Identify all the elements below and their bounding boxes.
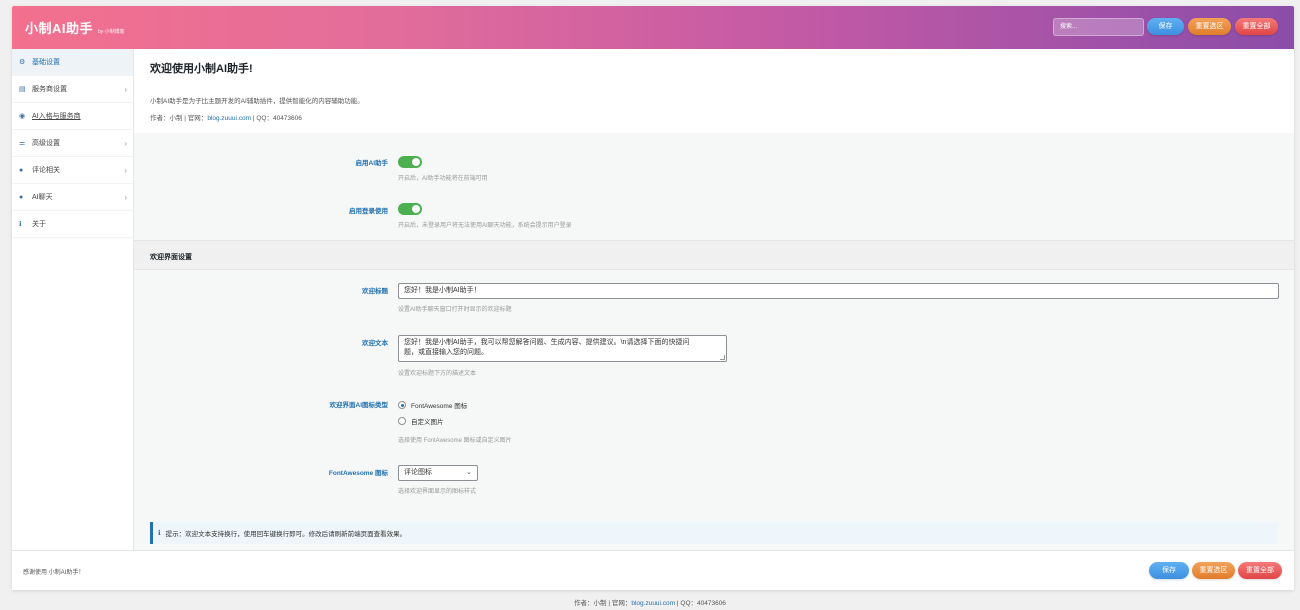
radio-button[interactable] — [398, 417, 406, 425]
meta-prefix: 作者：小制 | 官网： — [150, 115, 208, 122]
require-login-hint: 开启后，未登录用户将无法使用AI聊天功能，系统会提示用户登录 — [398, 223, 572, 229]
select-value: 评论图标 — [404, 469, 432, 476]
page-footer: 作者：小制 | 官网：blog.zuuui.com | QQ：40473606 — [0, 597, 1300, 607]
fa-icon-select[interactable]: 评论图标 ⌄ — [398, 465, 478, 481]
website-link[interactable]: blog.zuuui.com — [207, 115, 251, 122]
intro-description: 小制AI助手是为子比主题开发的AI辅助插件，提供智能化的内容辅助功能。 — [150, 98, 364, 105]
reset-all-button[interactable]: 重置全部 — [1235, 18, 1278, 35]
footer-bar: 感谢使用 小制AI助手！ 保存 重置选区 重置全部 — [12, 550, 1294, 590]
sidebar-item-about[interactable]: ℹ 关于 — [12, 211, 133, 238]
page-title: 欢迎使用小制AI助手! — [150, 63, 253, 75]
welcome-text-hint: 设置欢迎标题下方的描述文本 — [398, 371, 477, 377]
enable-ai-label: 启用AI助手 — [355, 160, 389, 167]
sidebar-item-label: 高级设置 — [32, 140, 60, 147]
server-icon: ▤ — [19, 86, 26, 93]
sidebar-item-label: 基础设置 — [32, 59, 60, 66]
welcome-section-header: 欢迎界面设置 — [134, 240, 1294, 270]
resize-handle[interactable] — [720, 355, 725, 360]
radio-label: FontAwesome 图标 — [411, 403, 468, 410]
section-title: 欢迎界面设置 — [150, 254, 192, 261]
icon-type-hint: 选择使用 FontAwesome 图标或自定义图片 — [398, 438, 512, 444]
footer-thanks: 感谢使用 小制AI助手！ — [23, 570, 85, 576]
welcome-text-label: 欢迎文本 — [362, 340, 388, 347]
enable-ai-toggle[interactable] — [398, 156, 422, 168]
footer-save-button[interactable]: 保存 — [1149, 562, 1189, 579]
app-subtitle: by 小制博客 — [98, 29, 125, 35]
radio-fontawesome[interactable]: FontAwesome 图标 — [398, 400, 467, 410]
app-title: 小制AI助手 — [25, 21, 94, 36]
info-icon: ℹ — [158, 530, 161, 537]
welcome-text-textarea[interactable]: 您好！我是小制AI助手，我可以帮您解答问题、生成内容、提供建议。\n请选择下面的… — [398, 335, 727, 362]
icon-type-label: 欢迎界面AI图标类型 — [329, 402, 389, 409]
enable-ai-hint: 开启后，AI助手功能将在前端可用 — [398, 176, 488, 182]
reset-section-button[interactable]: 重置选区 — [1188, 18, 1231, 35]
welcome-title-input[interactable]: 您好！我是小制AI助手！ — [398, 283, 1279, 299]
sidebar-item-label: 服务商设置 — [32, 86, 67, 93]
require-login-label: 启用登录使用 — [349, 208, 388, 215]
sidebar-item-comments[interactable]: ● 评论相关 › — [12, 157, 133, 184]
footer-reset-section-button[interactable]: 重置选区 — [1192, 562, 1235, 579]
gear-icon: ⚙ — [19, 59, 26, 66]
header-bar: 小制AI助手 by 小制博客 搜索... 保存 重置选区 重置全部 — [12, 6, 1294, 49]
radio-button[interactable] — [398, 401, 406, 409]
settings-panel: 小制AI助手 by 小制博客 搜索... 保存 重置选区 重置全部 ⚙ 基础设置… — [12, 6, 1294, 590]
info-icon: ℹ — [19, 221, 22, 228]
brand: 小制AI助手 by 小制博客 — [25, 18, 125, 37]
sidebar-item-ai-persona[interactable]: ◉ AI入格与服务商 — [12, 103, 133, 130]
welcome-title-hint: 设置AI助手聊天窗口打开时显示的欢迎标题 — [398, 307, 512, 313]
radio-label: 自定义图片 — [411, 419, 444, 426]
sliders-icon: ⚌ — [19, 140, 26, 147]
chevron-right-icon: › — [124, 165, 127, 175]
sidebar-item-ai-chat[interactable]: ● AI聊天 › — [12, 184, 133, 211]
chevron-right-icon: › — [124, 192, 127, 202]
notice-text: 提示：欢迎文本支持换行，使用回车键换行即可。修改后请刷新前端页面查看效果。 — [165, 531, 407, 538]
footer-reset-all-button[interactable]: 重置全部 — [1238, 562, 1282, 579]
tip-notice: ℹ 提示：欢迎文本支持换行，使用回车键换行即可。修改后请刷新前端页面查看效果。 — [150, 522, 1278, 544]
search-input[interactable]: 搜索... — [1053, 18, 1144, 36]
require-login-toggle[interactable] — [398, 203, 422, 215]
sidebar-item-label: AI入格与服务商 — [32, 113, 81, 120]
comment-icon: ● — [19, 166, 24, 174]
sidebar-item-label: AI聊天 — [32, 194, 53, 201]
sidebar-item-label: 关于 — [32, 221, 46, 228]
main-content: 欢迎使用小制AI助手! 小制AI助手是为子比主题开发的AI辅助插件，提供智能化的… — [134, 49, 1294, 550]
textarea-line: 您好！我是小制AI助手，我可以帮您解答问题、生成内容、提供建议。\n请选择下面的… — [404, 339, 690, 346]
sidebar-item-advanced-settings[interactable]: ⚌ 高级设置 › — [12, 130, 133, 157]
chevron-right-icon: › — [124, 84, 127, 94]
radio-custom-image[interactable]: 自定义图片 — [398, 416, 444, 426]
intro-meta: 作者：小制 | 官网：blog.zuuui.com | QQ：40473606 — [150, 112, 302, 122]
footer-prefix: 作者：小制 | 官网： — [574, 600, 632, 607]
sidebar-item-label: 评论相关 — [32, 167, 60, 174]
textarea-line: 题，或直接输入您的问题。 — [404, 349, 488, 356]
chevron-right-icon: › — [124, 138, 127, 148]
user-circle-icon: ◉ — [19, 113, 26, 120]
fa-icon-hint: 选择欢迎界面显示的图标样式 — [398, 489, 477, 495]
fa-icon-label: FontAwesome 图标 — [328, 470, 388, 477]
footer-suffix: | QQ：40473606 — [675, 600, 726, 607]
footer-website-link[interactable]: blog.zuuui.com — [631, 600, 675, 607]
sidebar: ⚙ 基础设置 ▤ 服务商设置 › ◉ AI入格与服务商 ⚌ 高级设置 › ● 评… — [12, 49, 134, 550]
sidebar-item-basic-settings[interactable]: ⚙ 基础设置 — [12, 49, 133, 76]
save-button[interactable]: 保存 — [1147, 18, 1184, 35]
comments-icon: ● — [19, 193, 24, 201]
chevron-down-icon: ⌄ — [466, 469, 472, 476]
sidebar-item-provider-settings[interactable]: ▤ 服务商设置 › — [12, 76, 133, 103]
welcome-title-label: 欢迎标题 — [362, 288, 388, 295]
meta-suffix: | QQ：40473606 — [251, 115, 302, 122]
intro-panel: 欢迎使用小制AI助手! 小制AI助手是为子比主题开发的AI辅助插件，提供智能化的… — [134, 49, 1294, 133]
